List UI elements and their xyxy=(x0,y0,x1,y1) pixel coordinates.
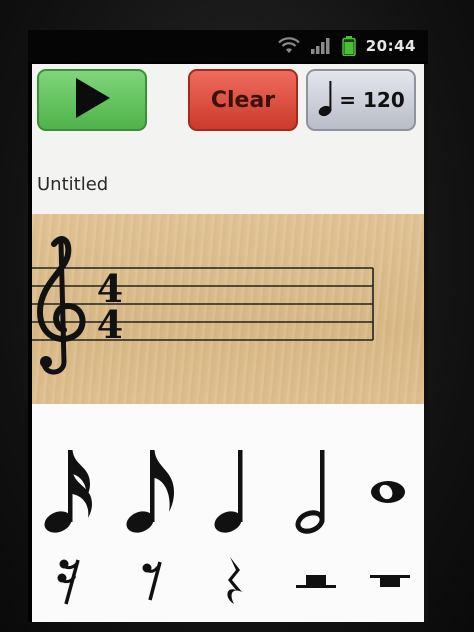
play-button[interactable] xyxy=(37,69,147,131)
song-title: Untitled xyxy=(37,174,109,195)
sixteenth-note-button[interactable] xyxy=(40,444,100,544)
wifi-icon xyxy=(277,37,300,55)
eighth-note-button[interactable] xyxy=(122,444,182,544)
tempo-value: = 120 xyxy=(339,88,405,112)
whole-note-button[interactable] xyxy=(358,444,418,544)
play-icon xyxy=(70,76,114,124)
whole-note-icon xyxy=(368,477,408,511)
screen: 20:44 Clear = 120 Untitled 4 4 xyxy=(28,30,428,622)
quarter-rest-button[interactable] xyxy=(210,554,260,614)
tempo-button[interactable]: = 120 xyxy=(306,69,416,131)
status-bar: 20:44 xyxy=(28,30,428,62)
screen-edge xyxy=(424,64,428,622)
treble-clef-icon xyxy=(36,236,86,375)
sixteenth-note-icon xyxy=(40,444,100,544)
status-time: 20:44 xyxy=(365,37,416,55)
status-icons: 20:44 xyxy=(277,36,416,56)
quarter-note-icon xyxy=(317,78,335,122)
quarter-note-button[interactable] xyxy=(204,444,264,544)
sixteenth-rest-button[interactable] xyxy=(46,554,96,614)
half-rest-icon xyxy=(294,572,338,596)
half-note-button[interactable] xyxy=(286,444,346,544)
staff-panel[interactable]: 4 4 xyxy=(32,214,424,404)
eighth-rest-icon xyxy=(138,556,168,612)
app-content: Clear = 120 Untitled 4 4 xyxy=(32,64,424,622)
time-signature-denominator: 4 xyxy=(97,302,123,347)
clear-button[interactable]: Clear xyxy=(188,69,298,131)
half-rest-button[interactable] xyxy=(286,554,346,614)
half-note-icon xyxy=(286,444,346,544)
quarter-note-icon xyxy=(204,444,264,544)
quarter-rest-icon xyxy=(220,554,250,614)
battery-icon xyxy=(342,36,356,56)
whole-rest-icon xyxy=(368,572,412,596)
note-palette xyxy=(32,404,424,622)
sixteenth-rest-icon xyxy=(56,556,86,612)
signal-icon xyxy=(310,37,332,55)
eighth-note-icon xyxy=(122,444,182,544)
eighth-rest-button[interactable] xyxy=(128,554,178,614)
clear-button-label: Clear xyxy=(210,87,276,113)
staff: 4 4 xyxy=(32,236,374,375)
whole-rest-button[interactable] xyxy=(360,554,420,614)
toolbar: Clear = 120 xyxy=(32,64,424,134)
